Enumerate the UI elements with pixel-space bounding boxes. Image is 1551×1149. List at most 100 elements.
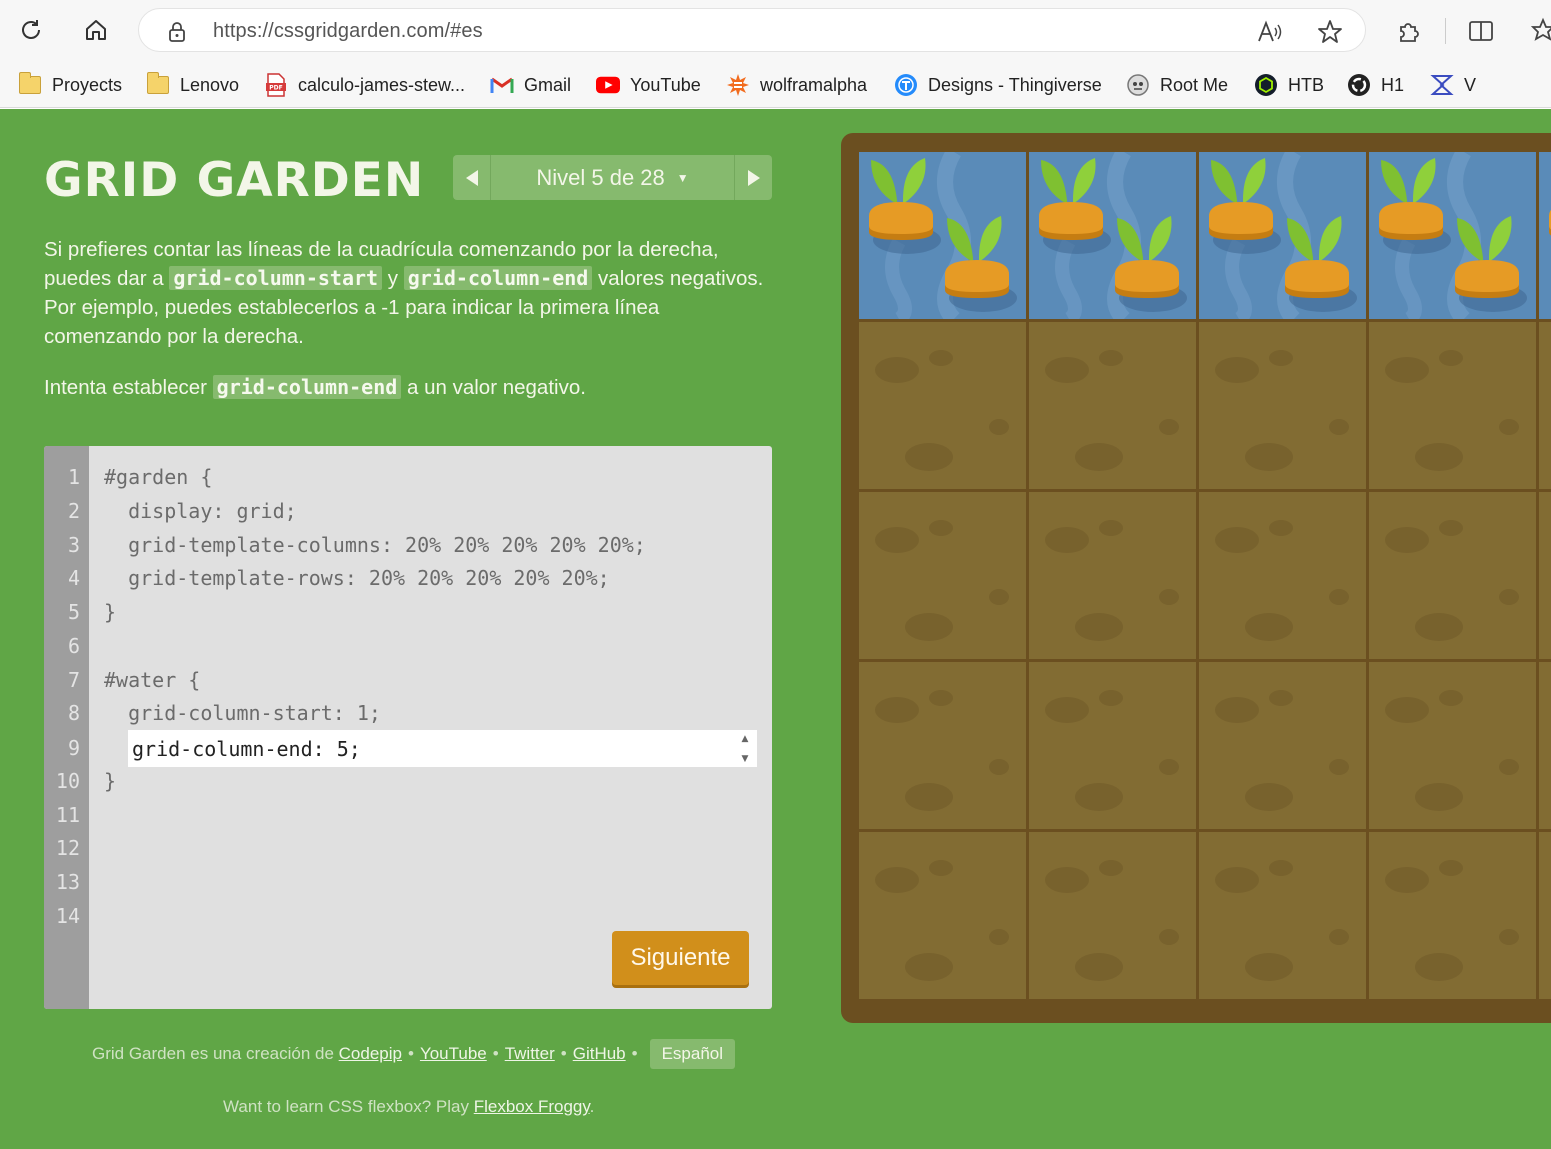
soil-cell (1029, 322, 1196, 489)
soil-texture (1385, 350, 1519, 471)
carrot-pair-icon (869, 152, 1017, 326)
browser-toolbar: https://cssgridgarden.com/#es (0, 0, 1551, 62)
bookmark-rootme[interactable]: Root Me (1126, 71, 1228, 99)
line-number: 3 (67, 533, 80, 557)
bookmark-label: HTB (1288, 74, 1324, 95)
water-cell (1199, 152, 1366, 326)
carrot-pair-icon (1039, 152, 1187, 326)
soil-texture (1215, 690, 1349, 811)
lock-icon[interactable] (167, 21, 187, 47)
soil-cell (1199, 662, 1366, 829)
arrow-left-icon (465, 169, 478, 186)
code-line: #water { (104, 668, 201, 692)
bookmark-h1[interactable]: H1 (1347, 71, 1404, 99)
line-number: 14 (55, 904, 80, 928)
read-aloud-icon[interactable] (1257, 19, 1283, 45)
language-select[interactable]: Español (649, 1039, 736, 1069)
bookmark-wolframalpha[interactable]: wolframalpha (726, 71, 867, 99)
svg-text:PDF: PDF (269, 85, 282, 92)
flexbox-froggy-link[interactable]: Flexbox Froggy (474, 1097, 590, 1116)
water-cell (859, 152, 1026, 326)
bookmark-calculo[interactable]: PDF calculo-james-stew... (264, 71, 465, 99)
previous-level-button[interactable] (453, 155, 491, 200)
soil-cell (1539, 832, 1551, 999)
line-number: 11 (55, 803, 80, 827)
youtube-link[interactable]: YouTube (420, 1044, 487, 1064)
home-icon[interactable] (79, 13, 113, 47)
bullet-separator: • (492, 1044, 499, 1063)
soil-texture (1385, 860, 1519, 981)
next-button[interactable]: Siguiente (612, 931, 749, 985)
soil-cell (1539, 492, 1551, 659)
spinner-arrows-icon[interactable]: ▲ ▼ (739, 734, 751, 764)
bookmark-label: Proyects (52, 74, 123, 95)
code-line: grid-template-rows: 20% 20% 20% 20% 20%; (104, 566, 610, 590)
soil-cell (1199, 322, 1366, 489)
bookmark-label: H1 (1381, 74, 1405, 95)
instr-text: y (382, 267, 404, 290)
bookmarks-bar: Proyects Lenovo PDF calculo-james-stew..… (0, 62, 1551, 108)
soil-cell (1369, 662, 1536, 829)
url-text[interactable]: https://cssgridgarden.com/#es (213, 20, 483, 43)
codepip-link[interactable]: Codepip (339, 1044, 402, 1064)
gmail-icon (490, 73, 514, 97)
bookmark-htb[interactable]: HTB (1254, 71, 1324, 99)
bookmark-proyects[interactable]: Proyects (18, 71, 122, 99)
bookmark-thingiverse[interactable]: Designs - Thingiverse (894, 71, 1102, 99)
github-link[interactable]: GitHub (573, 1044, 626, 1064)
favorite-star-icon[interactable] (1317, 19, 1343, 45)
level-label: Nivel 5 de 28 (536, 164, 665, 190)
line-number: 6 (67, 634, 80, 658)
soil-texture (1215, 860, 1349, 981)
soil-cell (1029, 492, 1196, 659)
htb-icon (1254, 73, 1278, 97)
instructions: Si prefieres contar las líneas de la cua… (44, 235, 774, 424)
folder-icon (146, 72, 170, 97)
bookmark-label: Lenovo (180, 74, 240, 95)
bullet-separator: • (407, 1044, 414, 1063)
level-select[interactable]: Nivel 5 de 28 ▼ (491, 155, 734, 200)
code-highlight: grid-column-end (212, 375, 402, 399)
next-level-button[interactable] (734, 155, 772, 200)
footer-credits: Grid Garden es una creación de Codepip • Y… (92, 1039, 736, 1069)
bookmark-gmail[interactable]: Gmail (490, 71, 571, 99)
extensions-icon[interactable] (1394, 16, 1424, 46)
arrow-right-icon (747, 169, 760, 186)
bookmark-label: Root Me (1160, 74, 1229, 95)
line-number: 9 (67, 736, 80, 760)
bookmark-youtube[interactable]: YouTube (596, 71, 701, 99)
split-screen-icon[interactable] (1466, 16, 1496, 46)
soil-texture (875, 350, 1009, 471)
instructions-paragraph-2: Intenta establecer grid-column-end a un … (44, 373, 774, 402)
v-icon (1430, 73, 1454, 97)
carrot-pair-icon (1379, 152, 1527, 326)
thingiverse-icon (894, 73, 918, 97)
refresh-icon[interactable] (14, 13, 48, 47)
soil-texture (875, 520, 1009, 641)
rootme-icon (1126, 73, 1150, 97)
water-cell (1369, 152, 1536, 326)
bookmark-lenovo[interactable]: Lenovo (146, 71, 239, 99)
youtube-icon (596, 73, 620, 97)
pdf-icon: PDF (264, 73, 288, 97)
soil-cell (1199, 832, 1366, 999)
soil-cell (1029, 832, 1196, 999)
code-line: #garden { (104, 465, 213, 489)
soil-cell (1369, 492, 1536, 659)
bullet-separator: • (560, 1044, 567, 1063)
code-line: } (104, 769, 117, 793)
soil-cell (859, 322, 1026, 489)
soil-texture (875, 860, 1009, 981)
bookmark-label: calculo-james-stew... (298, 74, 466, 95)
soil-texture (1539, 662, 1551, 829)
soil-cell (1369, 322, 1536, 489)
grid-garden-page: GRID GARDEN Nivel 5 de 28 ▼ Si prefieres… (0, 109, 1551, 1149)
soil-texture (1215, 350, 1349, 471)
bookmark-label: wolframalpha (760, 74, 868, 95)
twitter-link[interactable]: Twitter (505, 1044, 555, 1064)
favorites-icon[interactable] (1530, 16, 1551, 46)
css-code-input[interactable] (132, 736, 722, 762)
bookmark-v[interactable]: V (1430, 71, 1476, 99)
address-bar[interactable]: https://cssgridgarden.com/#es (138, 8, 1366, 52)
bookmark-label: YouTube (630, 74, 701, 95)
